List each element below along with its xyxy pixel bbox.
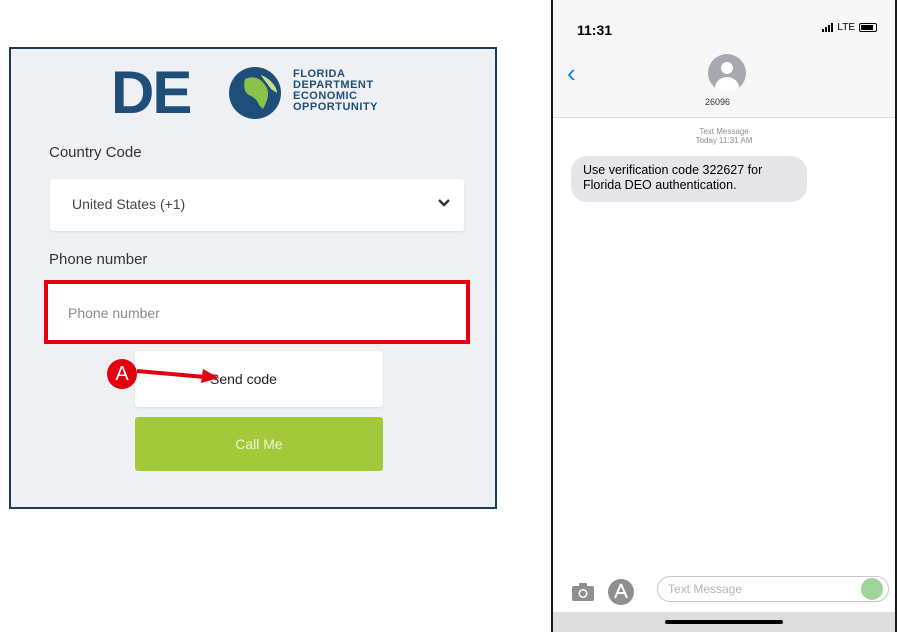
country-code-select[interactable]: United States (+1) <box>50 179 464 231</box>
org-line: OPPORTUNITY <box>293 101 378 113</box>
call-me-button[interactable]: Call Me <box>135 417 383 471</box>
arrow-icon <box>137 369 219 383</box>
chevron-down-icon <box>438 199 450 207</box>
camera-icon[interactable] <box>571 580 595 604</box>
message-time: Today 11:31 AM <box>695 136 753 145</box>
logo-letters: DE <box>111 59 192 126</box>
app-store-icon[interactable] <box>607 578 635 606</box>
signal-icon <box>822 23 834 32</box>
phone-number-label: Phone number <box>49 251 148 268</box>
compose-bar <box>553 572 895 612</box>
back-chevron-icon[interactable]: ‹ <box>567 58 576 89</box>
deo-logo: DE FLORIDA DEPARTMENT ECONOMIC OPPORTUNI… <box>111 61 421 125</box>
phone-number-input[interactable] <box>66 298 450 328</box>
send-message-icon[interactable] <box>861 578 883 600</box>
status-indicators: LTE <box>822 22 877 33</box>
message-input[interactable] <box>657 576 889 602</box>
message-type: Text Message <box>699 127 749 136</box>
org-name: FLORIDA DEPARTMENT ECONOMIC OPPORTUNITY <box>293 69 378 113</box>
message-timestamp: Text Message Today 11:31 AM <box>553 127 895 145</box>
conversation-header: 11:31 LTE ‹ 26096 <box>553 0 895 118</box>
country-code-label: Country Code <box>49 144 142 161</box>
phone-number-highlight <box>44 280 470 344</box>
country-code-value: United States (+1) <box>72 196 186 212</box>
phone-screen: 11:31 LTE ‹ 26096 Text Message Today 11:… <box>551 0 897 632</box>
home-indicator[interactable] <box>665 620 783 624</box>
contact-avatar[interactable] <box>708 54 746 92</box>
carrier-label: LTE <box>837 22 855 33</box>
home-bar <box>553 612 895 632</box>
battery-icon <box>859 23 877 32</box>
deo-login-panel: DE FLORIDA DEPARTMENT ECONOMIC OPPORTUNI… <box>9 47 497 509</box>
contact-name[interactable]: 26096 <box>705 97 730 107</box>
send-code-label: Send code <box>210 371 277 387</box>
globe-icon <box>229 67 281 119</box>
annotation-marker: A <box>107 359 137 389</box>
status-time: 11:31 <box>577 22 613 38</box>
message-bubble: Use verification code 322627 for Florida… <box>571 156 807 202</box>
